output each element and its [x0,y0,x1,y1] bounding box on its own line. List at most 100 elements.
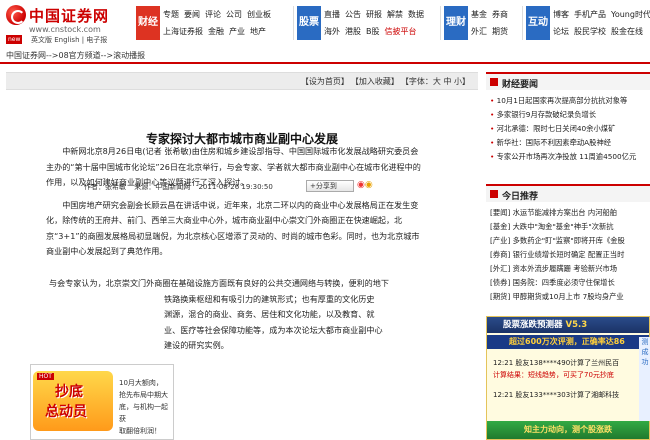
nav-link[interactable]: 信披平台 [385,27,417,36]
feed-text: 股友133****303计算了湘邮科技 [515,391,620,399]
news-heading: 财经要闻 [502,80,539,90]
ad-desc-line: 取翻倍利润！ [119,427,161,435]
recommend-list: [要闻] 水运节能减排方案出台 内河船舶 [基金] 大跌中"淘金"基金"神手"次… [486,206,650,304]
recommend-item[interactable]: [产业] 多数药企"盯"监察"即将开库《金股 [490,234,650,248]
nav-group-gupiao: 股票 直播 公告 研报 解禁 数据 海外 港股 B股 信披平台 [297,6,429,40]
nav-link[interactable]: 解禁 [387,10,403,19]
nav-divider [293,6,294,40]
nav-link[interactable]: 论坛 [553,27,569,36]
nav-link[interactable]: 股民学校 [574,27,606,36]
feed-note: 计算结果：短线趋势，可买了70元抄底 [493,371,614,379]
recommend-item[interactable]: [债券] 国务院：四季度必须守住保增长 [490,276,650,290]
nav-link[interactable]: 博客 [553,10,569,19]
nav-link[interactable]: 研报 [366,10,382,19]
stock-side-tab[interactable]: 测成功 [639,337,650,421]
article-line: 渊源，混合的商业、商务、居住和文化功能，以及教育、就 [164,309,375,319]
news-item[interactable]: 新华社：国际不利因素牵动A股神经 [490,136,650,150]
nav-link[interactable]: 要闻 [184,10,200,19]
recommend-item[interactable]: [券商] 银行业绩增长短时确定 配置正当时 [490,248,650,262]
news-item[interactable]: 专家公开市场再次净投放 11周逾4500亿元 [490,150,650,164]
recommend-heading-bar: 今日推荐 [486,184,650,202]
heading-square-icon [490,190,498,198]
recommend-item[interactable]: [外汇] 资本外流步履蹒跚 考验新兴市场 [490,262,650,276]
font-size-control[interactable]: 【字体：大 中 小】 [405,77,470,86]
nav-row: 外汇 期货 [471,26,513,37]
nav-link[interactable]: 地产 [250,27,266,36]
nav-link[interactable]: 专题 [163,10,179,19]
breadcrumb[interactable]: 中国证券网-->08官方频道-->滚动播报 [6,50,145,61]
nav-row: 专题 要闻 评论 公司 创业板 [163,9,276,20]
nav-link[interactable]: 外汇 [471,27,487,36]
nav-category-label: 财经 [138,17,158,28]
recommend-heading: 今日推荐 [502,192,539,202]
article-paragraph-wrapped: 与会专家认为，北京崇文门外商圈在基础设施方面既有良好的公共交通网络与转换，便利的… [49,276,427,354]
nav-category-gupiao[interactable]: 股票 [297,6,321,40]
nav-link[interactable]: 公司 [226,10,242,19]
stock-feed-row[interactable]: 12:21 股友138****490计算了兰州民百 计算结果：短线趋势，可买了7… [493,357,643,381]
nav-link[interactable]: 评论 [205,10,221,19]
nav-category-hudong[interactable]: 互动 [526,6,550,40]
add-favorite-link[interactable]: 【加入收藏】 [355,77,399,86]
news-item[interactable]: 10月1日起国家再次提高部分抗抗对象等 [490,94,650,108]
ad-description[interactable]: 10月大额肉， 抢先布局中期大 底，与机构一起获 取翻倍利润！ [119,377,171,437]
nav-link[interactable]: 基金 [471,10,487,19]
nav-category-licai[interactable]: 理财 [444,6,468,40]
header-links[interactable]: 英文版 English | 电子报 [31,35,107,45]
nav-link[interactable]: B股 [366,27,380,36]
nav-link[interactable]: 券商 [492,10,508,19]
nav-link[interactable]: 股金在线 [611,27,643,36]
stock-widget-title-text: 股票涨跌预测器 [503,320,563,330]
news-item[interactable]: 河北承德：限时七日关闭40余小煤矿 [490,122,650,136]
ad-banner[interactable]: HOT 抄底 总动员 [33,371,113,431]
set-home-link[interactable]: 【设为首页】 [301,77,349,86]
nav-link[interactable]: 产业 [229,27,245,36]
feed-time: 12:21 [493,359,514,367]
nav-group-caijing: 财经 专题 要闻 评论 公司 创业板 上海证券报 金融 产业 地产 [136,6,286,40]
nav-group-hudong: 互动 博客 手机产品 Young时代 论坛 股民学校 股金在线 [526,6,650,40]
nav-link[interactable]: 手机产品 [574,10,606,19]
nav-link[interactable]: 数据 [408,10,424,19]
article-toolbar: 【设为首页】 【加入收藏】 【字体：大 中 小】 [6,72,478,90]
news-heading-bar: 财经要闻 [486,72,650,90]
ad-box[interactable]: HOT 抄底 总动员 10月大额肉， 抢先布局中期大 底，与机构一起获 取翻倍利… [30,364,174,440]
nav-category-label: 股票 [299,17,319,28]
nav-link[interactable]: 公告 [345,10,361,19]
heading-square-icon [490,78,498,86]
stock-widget-title: 股票涨跌预测器 V5.3 [487,317,649,333]
new-badge: new [6,35,23,44]
stock-widget-footer[interactable]: 知主力动向，测个股涨跌 [487,421,649,439]
article-line: 业、医疗等社会保障功能等，成为本次论坛大都市商业副中心 [164,324,383,335]
news-list: 10月1日起国家再次提高部分抗抗对象等 多家银行9月存款破纪录负增长 河北承德：… [486,94,650,164]
ad-desc-line: 底，与机构一起获 [119,403,168,423]
article-line: 建设的研究实例。 [164,340,229,350]
stock-feed-row[interactable]: 12:21 股友133****303计算了湘邮科技 [493,389,643,401]
recommend-item[interactable]: [期货] 甲醇期货或10月上市 7股均身产业 [490,290,650,304]
recommend-item[interactable]: [基金] 大跌中"淘金"基金"神手"次新抗 [490,220,650,234]
nav-group-licai: 理财 基金 券商 外汇 期货 [444,6,516,40]
site-header: 中国证券网 www.cnstock.com new 英文版 English | … [0,0,650,46]
recommend-item[interactable]: [要闻] 水运节能减排方案出台 内河船舶 [490,206,650,220]
nav-link[interactable]: 金融 [208,27,224,36]
nav-link[interactable]: 海外 [324,27,340,36]
nav-row: 直播 公告 研报 解禁 数据 [324,9,429,20]
stock-widget-subtitle: 超过600万次评测，正确率达86 [487,335,649,349]
nav-category-label: 理财 [446,17,466,28]
feed-text: 股友138****490计算了兰州民百 [515,359,620,367]
nav-link[interactable]: 上海证券报 [163,27,203,36]
nav-link[interactable]: 期货 [492,27,508,36]
site-logo[interactable]: 中国证券网 www.cnstock.com new 英文版 English | … [6,5,134,45]
nav-link[interactable]: 直播 [324,10,340,19]
news-item[interactable]: 多家银行9月存款破纪录负增长 [490,108,650,122]
nav-link[interactable]: 创业板 [247,10,271,19]
nav-link[interactable]: Young时代 [611,10,650,19]
feed-time: 12:21 [493,391,514,399]
nav-row: 上海证券报 金融 产业 地产 [163,26,271,37]
nav-link[interactable]: 港股 [345,27,361,36]
nav-category-caijing[interactable]: 财经 [136,6,160,40]
stock-widget-version: V5.3 [565,320,588,330]
stock-predictor-widget[interactable]: 股票涨跌预测器 V5.3 超过600万次评测，正确率达86 12:21 股友13… [486,316,650,440]
article-paragraph: 中新网北京8月26日电(记者 张希敏)由住房和城乡建设部指导、中国国际城市化发展… [46,146,421,187]
article-line: 与会专家认为，北京崇文门外商圈在基础设施方面既有良好的公共交通网络与转换，便利的… [49,278,389,288]
nav-row: 基金 券商 [471,9,513,20]
header-divider [0,62,650,64]
